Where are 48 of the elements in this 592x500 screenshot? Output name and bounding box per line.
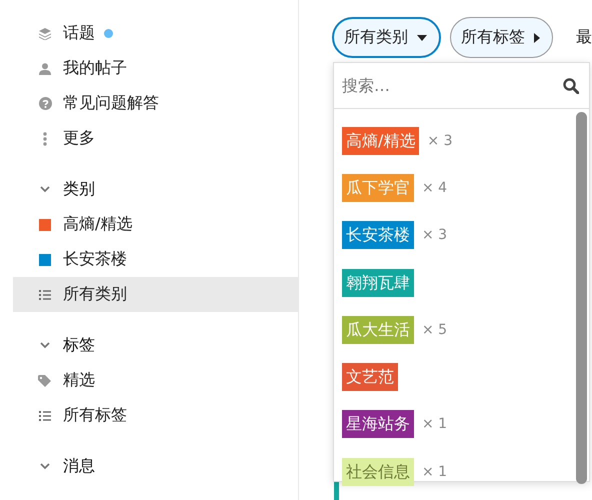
topic-count: × 1 (422, 464, 448, 480)
link-label: 常见问题解答 (63, 93, 159, 114)
nav-link[interactable]: 最 (576, 27, 592, 48)
link-label: 话题 (63, 23, 95, 44)
section-header[interactable]: 标签 (13, 328, 298, 363)
filter-dropdown[interactable]: 所有类别 (332, 17, 441, 58)
sidebar-link[interactable]: 常见问题解答 (13, 86, 298, 121)
sidebar-item[interactable]: 所有标签 (13, 398, 298, 433)
section-header[interactable]: 类别 (13, 172, 298, 207)
sidebar-link[interactable]: 更多 (13, 121, 298, 156)
layers-icon (39, 28, 51, 40)
sidebar-link[interactable]: 话题 (13, 16, 298, 51)
item-label: 精选 (63, 370, 95, 391)
sidebar-item[interactable]: 高熵/精选 (13, 207, 298, 242)
section-title: 消息 (63, 456, 95, 477)
help-icon (38, 97, 52, 110)
more-icon (43, 132, 47, 146)
sidebar-item[interactable]: 精选 (13, 363, 298, 398)
caret-down-icon (417, 34, 427, 40)
category-badge[interactable]: 社会信息 (342, 458, 414, 486)
category-badge[interactable]: 星海站务 (342, 410, 414, 438)
sidebar-link[interactable]: 我的帖子 (13, 51, 298, 86)
list-icon (39, 410, 51, 420)
section-title: 类别 (63, 179, 95, 200)
link-label: 我的帖子 (63, 58, 127, 79)
item-label: 长安茶楼 (63, 249, 127, 270)
item-label: 所有标签 (63, 405, 127, 426)
topic-count: × 1 (422, 416, 448, 432)
section-header[interactable]: 消息 (13, 449, 298, 484)
topic-count: × 3 (422, 227, 448, 244)
sidebar-item[interactable]: 所有类别 (13, 277, 298, 312)
topic-count: × 4 (422, 180, 448, 196)
topic-count: × 3 (427, 132, 452, 149)
caret-right-icon (534, 32, 540, 42)
category-badge[interactable]: 文艺范 (342, 363, 398, 392)
list-icon (39, 290, 51, 300)
search-icon (563, 78, 579, 94)
tag-icon (38, 374, 52, 386)
topic-count: × 5 (422, 322, 448, 338)
scrollbar[interactable] (576, 112, 587, 484)
user-icon (39, 62, 51, 74)
section-title: 标签 (63, 335, 95, 356)
filter-dropdown[interactable]: 所有标签 (450, 17, 553, 58)
category-badge[interactable]: 长安茶楼 (342, 221, 414, 250)
link-label: 更多 (63, 128, 95, 149)
sidebar-item[interactable]: 长安茶楼 (13, 242, 298, 277)
item-label: 所有类别 (63, 284, 127, 305)
item-label: 高熵/精选 (63, 214, 132, 235)
